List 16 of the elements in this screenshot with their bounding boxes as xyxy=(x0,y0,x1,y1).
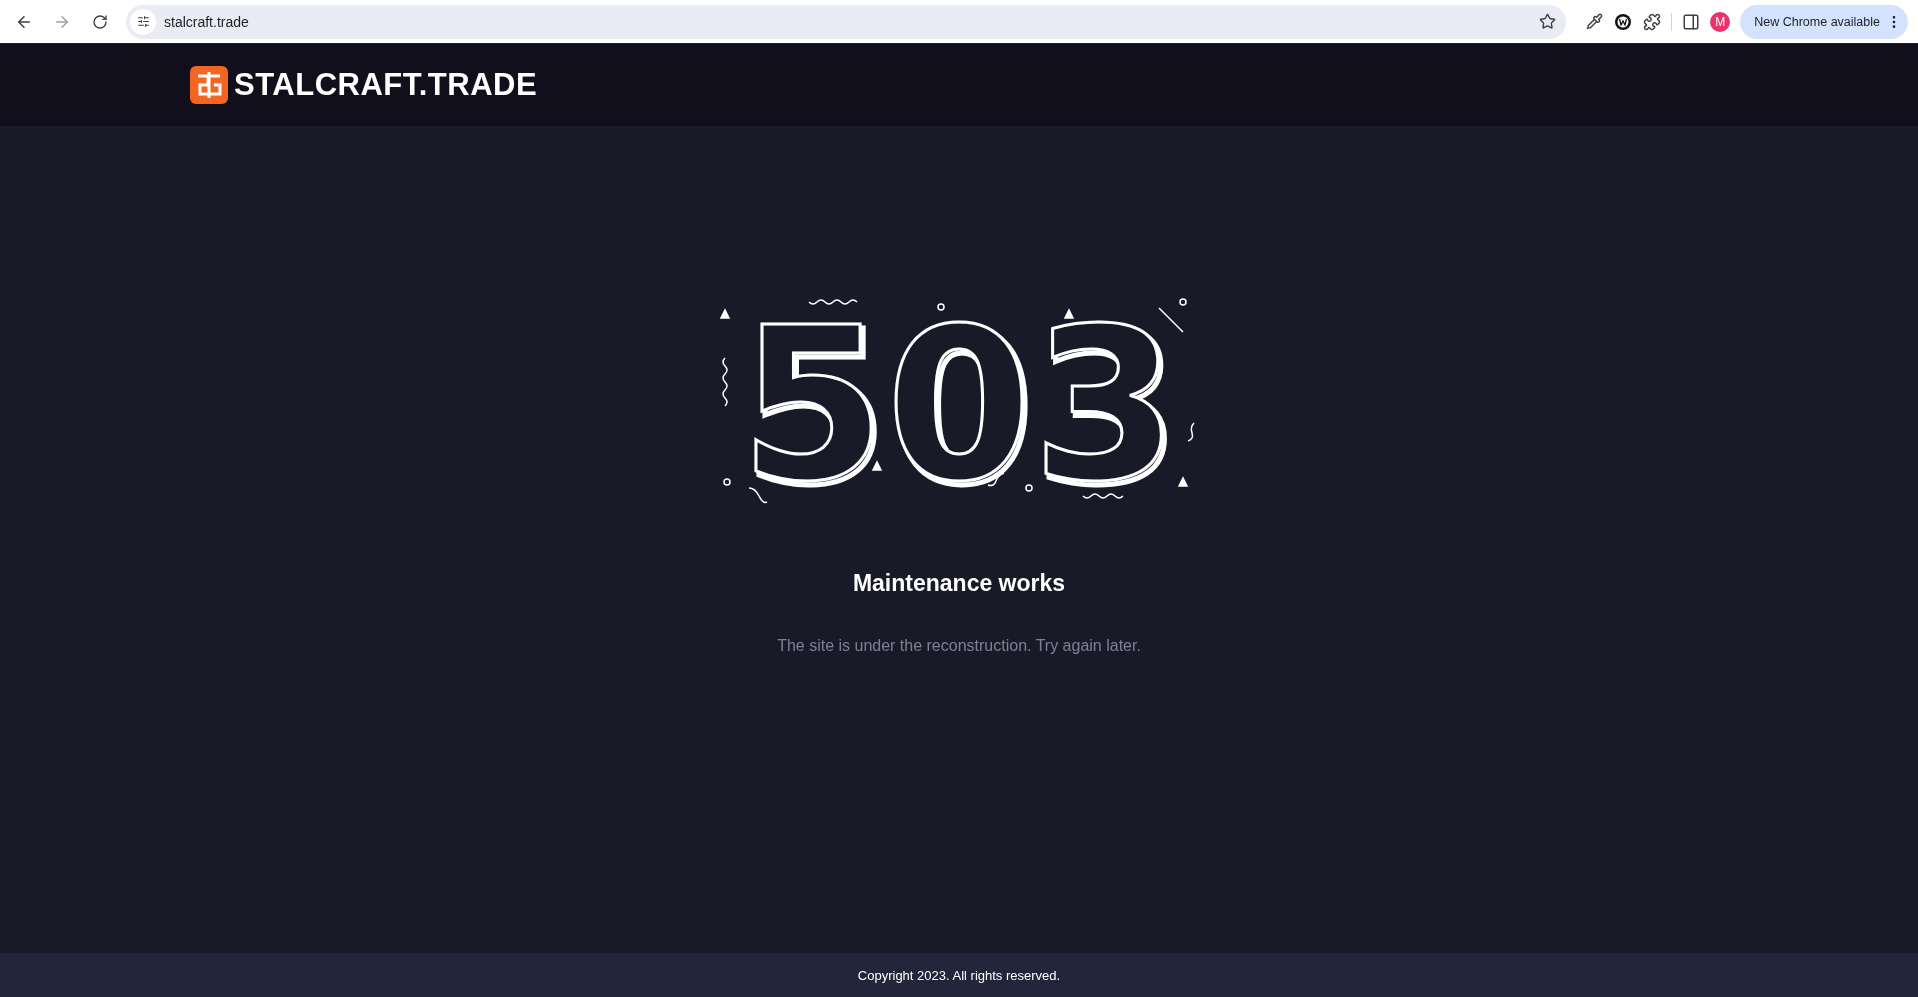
logo-text: STALCRAFT.TRADE xyxy=(234,67,538,103)
error-message: The site is under the reconstruction. Try again later. xyxy=(777,637,1141,655)
reload-icon xyxy=(92,13,108,30)
extension-icon[interactable] xyxy=(1613,11,1634,32)
profile-avatar[interactable]: M xyxy=(1710,11,1731,32)
copyright-text: Copyright 2023. All rights reserved. xyxy=(857,967,1061,983)
side-panel-icon[interactable] xyxy=(1682,12,1701,31)
eyedropper-icon[interactable] xyxy=(1586,13,1604,30)
bookmark-star-icon[interactable] xyxy=(1539,13,1557,30)
site-settings-button[interactable] xyxy=(130,8,156,35)
logo-icon xyxy=(190,66,228,104)
sliders-icon xyxy=(136,15,150,28)
error-title: Maintenance works xyxy=(852,570,1066,597)
address-bar[interactable]: stalcraft.trade xyxy=(126,4,1567,39)
extensions-icon[interactable] xyxy=(1643,12,1662,31)
update-button[interactable]: New Chrome available xyxy=(1740,4,1908,39)
